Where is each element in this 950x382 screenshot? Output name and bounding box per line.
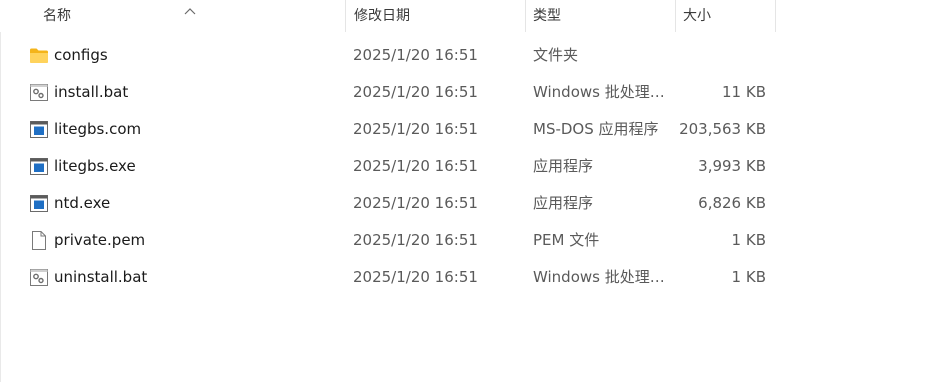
file-date: 2025/1/20 16:51 xyxy=(353,46,478,64)
file-name: litegbs.com xyxy=(54,120,142,138)
batch-file-icon xyxy=(29,83,49,102)
file-row[interactable]: install.bat 2025/1/20 16:51 Windows 批处理…… xyxy=(0,74,950,111)
application-icon xyxy=(29,157,49,176)
file-size: 6,826 KB xyxy=(698,194,766,212)
file-date: 2025/1/20 16:51 xyxy=(353,194,478,212)
column-divider[interactable] xyxy=(525,0,526,32)
file-row[interactable]: litegbs.com 2025/1/20 16:51 MS-DOS 应用程序 … xyxy=(0,111,950,148)
file-name: install.bat xyxy=(54,83,129,101)
file-date: 2025/1/20 16:51 xyxy=(353,83,478,101)
file-type: 应用程序 xyxy=(533,194,594,212)
sort-ascending-icon xyxy=(184,0,196,15)
file-list-pane: 名称 修改日期 类型 大小 configs 2025/1/20 16:51 文件… xyxy=(0,0,950,382)
column-header-name[interactable]: 名称 xyxy=(43,0,71,32)
file-row[interactable]: ntd.exe 2025/1/20 16:51 应用程序 6,826 KB xyxy=(0,185,950,222)
application-icon xyxy=(29,194,49,213)
file-type: 文件夹 xyxy=(533,46,579,64)
file-type: PEM 文件 xyxy=(533,231,600,249)
file-type: MS-DOS 应用程序 xyxy=(533,120,659,138)
column-header-type[interactable]: 类型 xyxy=(533,0,561,32)
column-divider[interactable] xyxy=(675,0,676,32)
file-name: litegbs.exe xyxy=(54,157,136,175)
file-name: configs xyxy=(54,46,108,64)
file-date: 2025/1/20 16:51 xyxy=(353,157,478,175)
column-divider[interactable] xyxy=(775,0,776,32)
column-header-date[interactable]: 修改日期 xyxy=(354,0,410,32)
file-row[interactable]: configs 2025/1/20 16:51 文件夹 xyxy=(0,37,950,74)
file-name: uninstall.bat xyxy=(54,268,148,286)
file-size: 1 KB xyxy=(731,268,766,286)
file-type: 应用程序 xyxy=(533,157,594,175)
folder-icon xyxy=(29,46,49,65)
batch-file-icon xyxy=(29,268,49,287)
file-size: 3,993 KB xyxy=(698,157,766,175)
file-name: ntd.exe xyxy=(54,194,111,212)
file-date: 2025/1/20 16:51 xyxy=(353,120,478,138)
file-row[interactable]: litegbs.exe 2025/1/20 16:51 应用程序 3,993 K… xyxy=(0,148,950,185)
column-header-bar: 名称 修改日期 类型 大小 xyxy=(0,0,950,32)
file-size: 203,563 KB xyxy=(679,120,766,138)
document-icon xyxy=(29,231,49,250)
file-size: 1 KB xyxy=(731,231,766,249)
file-type: Windows 批处理… xyxy=(533,268,663,286)
file-date: 2025/1/20 16:51 xyxy=(353,268,478,286)
file-type: Windows 批处理… xyxy=(533,83,663,101)
column-header-size[interactable]: 大小 xyxy=(683,0,711,32)
file-row[interactable]: uninstall.bat 2025/1/20 16:51 Windows 批处… xyxy=(0,259,950,296)
column-divider[interactable] xyxy=(345,0,346,32)
file-row[interactable]: private.pem 2025/1/20 16:51 PEM 文件 1 KB xyxy=(0,222,950,259)
file-size: 11 KB xyxy=(722,83,766,101)
application-icon xyxy=(29,120,49,139)
file-name: private.pem xyxy=(54,231,146,249)
file-size xyxy=(676,37,766,74)
file-date: 2025/1/20 16:51 xyxy=(353,231,478,249)
